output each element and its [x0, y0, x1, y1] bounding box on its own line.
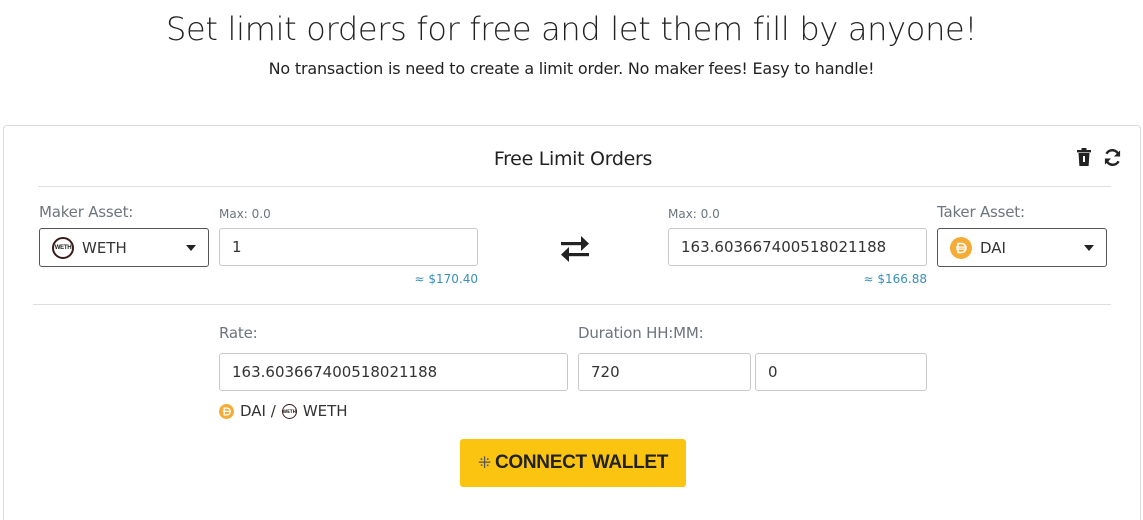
card-title: Free Limit Orders	[493, 148, 653, 170]
trash-icon[interactable]	[1073, 146, 1095, 168]
taker-max-label: Max: 0.0	[668, 207, 720, 221]
pair-base: DAI /	[240, 402, 276, 420]
maker-amount-input[interactable]: 1	[219, 228, 478, 266]
duration-hours-input[interactable]: 720	[578, 353, 751, 391]
taker-token-name: DAI	[980, 238, 1006, 257]
taker-asset-label: Taker Asset:	[937, 203, 1025, 221]
chevron-down-icon	[1084, 245, 1094, 251]
maker-asset-select[interactable]: WETH WETH	[39, 228, 209, 267]
maker-usd-value: ≈ $170.40	[414, 272, 479, 286]
limit-order-card: Free Limit Orders Maker Asset: WETH WETH…	[3, 125, 1141, 520]
chevron-down-icon	[186, 245, 196, 251]
header-divider	[38, 186, 1111, 187]
maker-token-name: WETH	[82, 238, 127, 257]
taker-asset-select[interactable]: DAI	[937, 228, 1107, 267]
connect-wallet-label: CONNECT WALLET	[494, 452, 669, 473]
swap-icon[interactable]	[559, 236, 591, 262]
hero-title: Set limit orders for free and let them f…	[166, 10, 977, 48]
duration-minutes-input[interactable]: 0	[755, 353, 927, 391]
rate-input[interactable]: 163.603667400518021188	[219, 353, 568, 391]
weth-token-icon: WETH	[52, 236, 74, 259]
taker-amount-input[interactable]: 163.603667400518021188	[668, 228, 927, 266]
middle-divider	[33, 304, 1111, 305]
connect-wallet-button[interactable]: ⁜ CONNECT WALLET	[460, 439, 686, 487]
rate-label: Rate:	[219, 324, 258, 342]
duration-label: Duration HH:MM:	[578, 324, 704, 342]
hero-subtitle: No transaction is need to create a limit…	[268, 59, 875, 78]
refresh-icon[interactable]	[1101, 146, 1123, 168]
dai-token-icon	[219, 403, 234, 419]
maker-max-label: Max: 0.0	[219, 207, 271, 221]
wallet-connect-icon: ⁜	[477, 455, 491, 472]
weth-token-icon: WETH	[281, 403, 297, 419]
pair-quote: WETH	[302, 402, 348, 420]
maker-asset-label: Maker Asset:	[39, 203, 134, 221]
dai-token-icon	[950, 236, 972, 259]
taker-usd-value: ≈ $166.88	[863, 272, 928, 286]
rate-pair: DAI / WETH WETH	[219, 402, 348, 420]
